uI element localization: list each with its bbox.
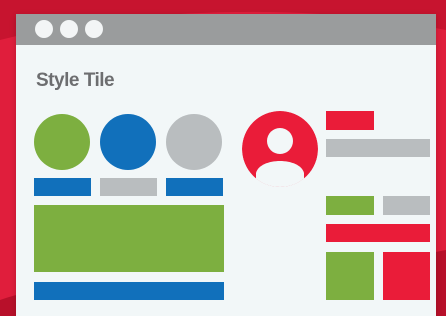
blue-bar-small-right bbox=[166, 178, 223, 196]
page-title: Style Tile bbox=[36, 70, 115, 91]
window-dot-icon[interactable] bbox=[35, 20, 53, 38]
window-dot-icon[interactable] bbox=[85, 20, 103, 38]
blue-color-swatch bbox=[100, 114, 156, 170]
gray-text-bar bbox=[326, 139, 430, 157]
green-square-block bbox=[326, 252, 374, 300]
green-color-swatch bbox=[34, 114, 90, 170]
green-button-bar[interactable] bbox=[326, 196, 374, 215]
window-titlebar bbox=[16, 14, 436, 45]
gray-button-bar[interactable] bbox=[383, 196, 430, 215]
window-dot-icon[interactable] bbox=[60, 20, 78, 38]
blue-bar-small bbox=[34, 178, 91, 196]
gray-color-swatch bbox=[166, 114, 222, 170]
user-avatar-icon bbox=[242, 111, 318, 187]
gray-bar-small bbox=[100, 178, 157, 196]
red-wide-bar bbox=[326, 224, 430, 242]
browser-window: Style Tile bbox=[16, 14, 436, 316]
red-heading-bar bbox=[326, 111, 374, 130]
green-content-block bbox=[34, 205, 224, 272]
red-square-block bbox=[383, 252, 430, 300]
blue-bottom-bar bbox=[34, 282, 224, 300]
